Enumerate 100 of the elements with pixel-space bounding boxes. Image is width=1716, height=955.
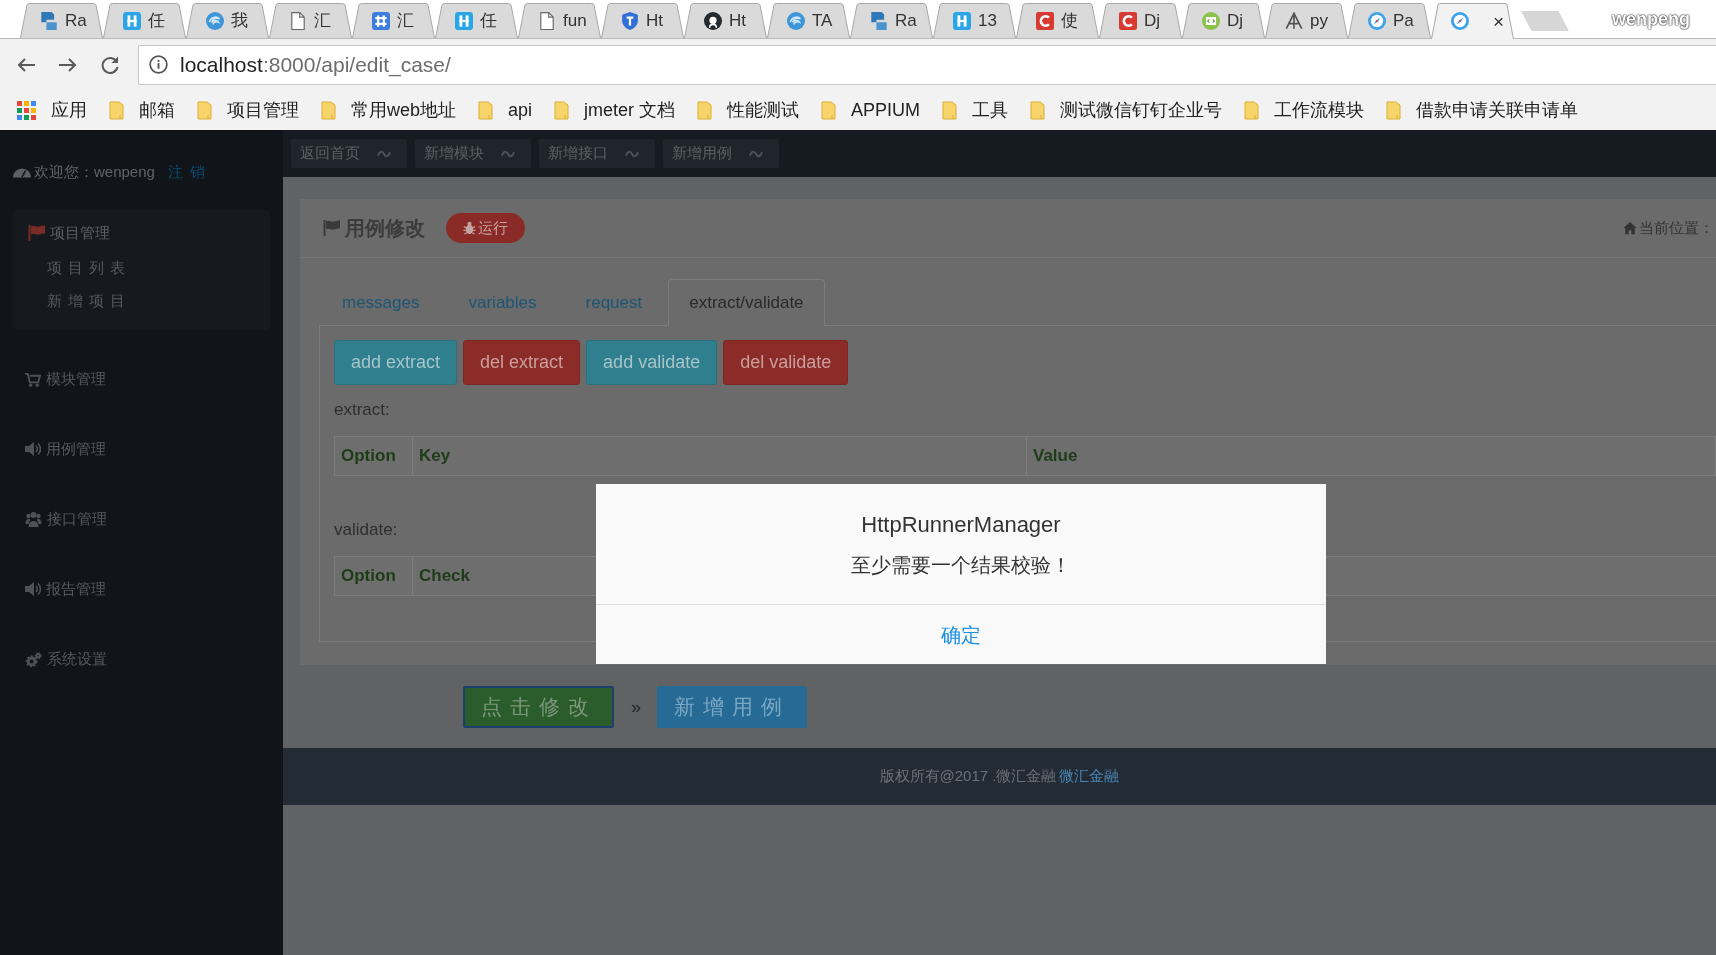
browser-tab[interactable]: 任 [435,3,518,38]
wave-icon [501,149,515,158]
browser-tab[interactable]: Ht [684,3,767,38]
bookmark[interactable]: jmeter 文档 [554,96,676,124]
browser-tab[interactable]: 汇 [352,3,435,38]
cart-icon [25,371,41,387]
tab-title: 我 [231,9,248,32]
browser-tab[interactable]: Dj [1182,3,1265,38]
line-sketch-icon [1285,11,1303,30]
address-bar[interactable]: localhost:8000/api/edit_case/ [138,44,1716,85]
bookmark[interactable]: api [478,96,533,124]
gears-icon [25,650,42,668]
tab-title: 使 [1061,9,1078,32]
section-label: extract: [334,399,390,421]
browser-tab[interactable]: Ra [850,3,933,38]
globe-icon [787,11,805,30]
bookmark[interactable]: 测试微信钉钉企业号 [1030,96,1223,124]
browser-tab[interactable]: Ra [20,3,103,38]
bookmark[interactable]: 项目管理 [197,96,299,124]
browser-tab[interactable]: py [1265,3,1348,38]
dialog-title: HttpRunnerManager [861,511,1061,539]
tab-title: TA [812,9,833,32]
folder-icon [1386,100,1402,120]
column-header: Option [341,445,396,468]
bug-icon [463,221,476,235]
section-label: validate: [334,519,398,541]
tab-title: 汇 [397,9,414,32]
browser-tab[interactable]: 使 [1016,3,1099,38]
gauge-icon [13,166,31,178]
tab-title: Pa [1393,9,1414,32]
folder-icon [197,100,212,120]
browser-tab[interactable]: 13 [933,3,1016,38]
wave-icon [749,149,763,158]
shield-icon [621,11,639,30]
bookmark[interactable]: APPIUM [821,96,921,124]
delete-button[interactable]: del validate [723,340,849,385]
speaker-icon [25,581,41,597]
tab-close-button[interactable]: × [1492,11,1504,31]
tab-title: Ra [895,9,917,32]
folder-icon [697,100,713,120]
run-button[interactable]: 运行 [446,213,525,243]
browser-tab[interactable]: Dj [1099,3,1182,38]
home-icon [1623,221,1637,235]
profile-name[interactable]: wenpeng [1612,5,1690,33]
column-header: Key [419,445,451,468]
compass-icon [1368,11,1386,30]
reload-icon[interactable] [100,54,120,75]
users-icon [25,511,42,527]
info-icon [149,55,168,74]
wave-icon [625,149,639,158]
tab-title: 汇 [314,9,331,32]
tab-title: Ra [65,9,87,32]
folder-icon [942,100,958,120]
tab-title: fun [563,9,587,32]
browser-tab[interactable]: 任 [103,3,186,38]
apps-grid-icon [17,100,36,120]
folder-icon [1244,100,1260,120]
bookmark[interactable]: 工具 [942,96,1009,124]
folder-icon [554,100,570,120]
bookmark[interactable]: 应用 [17,96,87,124]
browser-tab[interactable]: fun [518,3,601,38]
browser-tab[interactable]: Pa [1348,3,1431,38]
browser-tab[interactable]: 汇 [269,3,352,38]
document-icon [289,11,307,30]
tab-title: 任 [480,9,497,32]
folder-icon [109,100,124,120]
welcome-text: 欢迎您：wenpeng [34,161,155,182]
footer-text: 版权所有@2017 .微汇金融 [879,766,1057,787]
bookmark[interactable]: 邮箱 [109,96,175,124]
folder-icon [321,100,336,120]
round-logo-icon [704,11,722,30]
bookmark[interactable]: 常用web地址 [321,96,457,124]
dialog-message: 至少需要一个结果校验！ [851,553,1071,578]
tab-title: Dj [1227,9,1244,32]
code-window-icon [1202,11,1220,30]
folder-icon [821,100,837,120]
separator-text: » [631,695,641,719]
browser-tab[interactable]: TA [767,3,850,38]
footer-link[interactable]: 微汇金融 [1059,765,1120,788]
url-text: localhost:8000/api/edit_case/ [180,51,451,79]
delete-button[interactable]: del extract [463,340,581,385]
browser-tab[interactable]: 我 [186,3,269,38]
bookmark[interactable]: 性能测试 [697,96,800,124]
flag-icon [323,220,340,236]
tab-title: Ht [729,9,746,32]
browser-tab[interactable]: × [1431,3,1514,39]
flag-icon [28,225,45,241]
folder-icon [1030,100,1046,120]
bookmark[interactable]: 借款申请关联申请单 [1386,96,1579,124]
column-header: Option [341,565,396,588]
globe-icon [206,11,224,30]
browser-tab[interactable]: Ht [601,3,684,38]
tab-title: 任 [148,9,165,32]
tab-title: Dj [1144,9,1161,32]
bookmark[interactable]: 工作流模块 [1244,96,1365,124]
folder-icon [478,100,494,120]
wave-icon [377,149,391,158]
compass-icon [1451,12,1469,30]
blocks-icon [40,11,58,30]
tab-title: py [1310,9,1328,32]
